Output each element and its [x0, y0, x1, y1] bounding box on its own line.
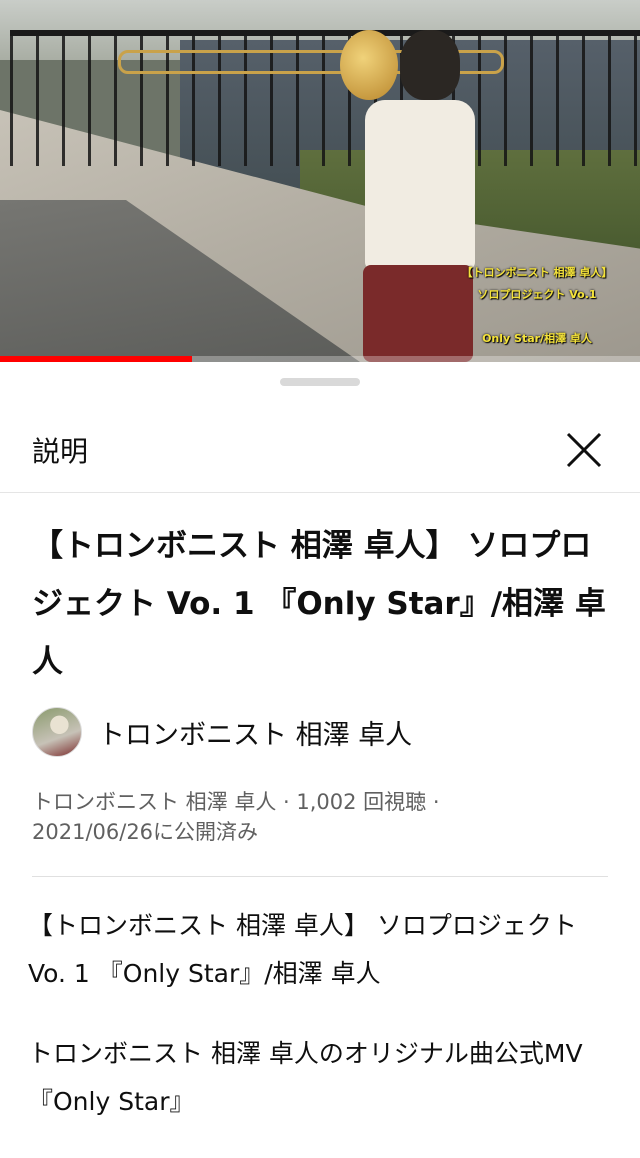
video-meta: トロンボニスト 相澤 卓人 · 1,002 回視聴 · 2021/06/26に公… — [32, 787, 612, 847]
sheet-header: 説明 — [0, 402, 640, 492]
video-title: 【トロンボニスト 相澤 卓人】 ソロプロジェクト Vo. 1 『Only Sta… — [32, 528, 606, 680]
overlay-line: 【トロンボニスト 相澤 卓人】 — [461, 266, 613, 279]
video-player[interactable]: 【トロンボニスト 相澤 卓人】 ソロプロジェクト Vo.1 Only Star/… — [0, 0, 640, 362]
video-caption-overlay: 【トロンボニスト 相澤 卓人】 ソロプロジェクト Vo.1 Only Star/… — [452, 262, 622, 350]
meta-line: 2021/06/26に公開済み — [32, 820, 259, 844]
description-body: 【トロンボニスト 相澤 卓人】 ソロプロジェクト Vo. 1 『Only Sta… — [28, 902, 613, 1158]
description-paragraph: トロンボニスト 相澤 卓人のオリジナル曲公式MV『Only Star』 — [28, 1039, 583, 1116]
close-button[interactable] — [556, 422, 612, 478]
trombone-bell — [340, 30, 398, 100]
close-icon — [566, 432, 602, 468]
overlay-line: ソロプロジェクト Vo.1 — [477, 288, 597, 301]
person-head — [400, 30, 460, 100]
avatar[interactable] — [32, 707, 82, 757]
channel-name[interactable]: トロンボニスト 相澤 卓人 — [98, 713, 412, 752]
drag-handle[interactable] — [280, 378, 360, 386]
meta-line: トロンボニスト 相澤 卓人 · 1,002 回視聴 · — [32, 790, 440, 814]
person-shirt — [365, 100, 475, 270]
header-divider — [0, 492, 640, 493]
overlay-line: Only Star/相澤 卓人 — [482, 332, 592, 345]
description-sheet: 説明 【トロンボニスト 相澤 卓人】 ソロプロジェクト Vo. 1 『Only … — [0, 362, 640, 1136]
overlay-line — [452, 306, 622, 328]
sheet-title: 説明 — [32, 435, 89, 468]
meta-divider — [32, 876, 608, 877]
description-paragraph: 【トロンボニスト 相澤 卓人】 ソロプロジェクト Vo. 1 『Only Sta… — [28, 911, 577, 988]
channel-row[interactable]: トロンボニスト 相澤 卓人 — [32, 704, 412, 760]
